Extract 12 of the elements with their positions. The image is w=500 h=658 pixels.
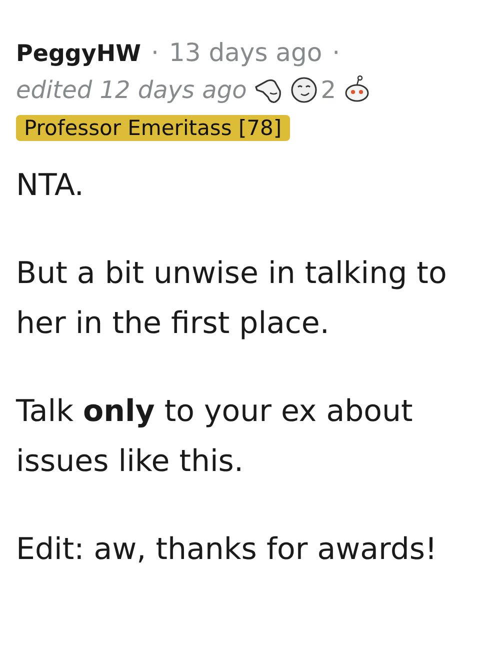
separator-dot: · xyxy=(332,38,340,67)
username[interactable]: PeggyHW xyxy=(16,41,141,67)
comment-paragraph: Edit: aw, thanks for awards! xyxy=(16,531,438,569)
comment-paragraph: But a bit unwise in talking to her in the first place. xyxy=(16,255,448,343)
award-count: 2 xyxy=(320,76,336,104)
comment-paragraph: Talk only to your ex about issues like this. xyxy=(16,393,414,481)
user-flair: Professor Emeritass [78] xyxy=(16,115,290,141)
timestamp: 13 days ago xyxy=(168,38,322,67)
separator-dot: · xyxy=(151,38,159,67)
smiling-face-icon[interactable] xyxy=(288,75,319,105)
comment-paragraph: NTA. xyxy=(16,167,85,205)
edited-time: edited 12 days ago xyxy=(16,76,247,104)
